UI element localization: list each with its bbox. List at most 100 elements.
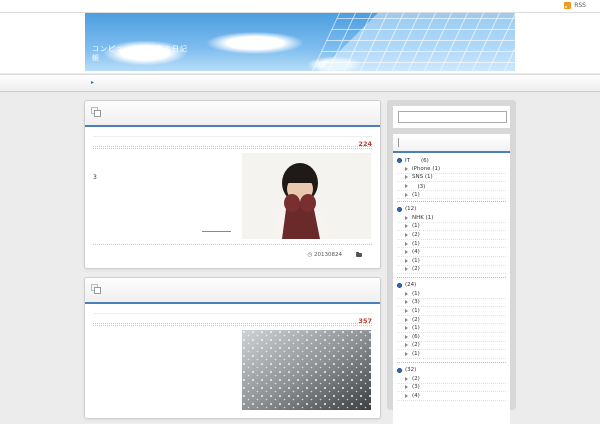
category-item[interactable]: (6) — [397, 333, 506, 342]
category-item-text: (1) — [412, 325, 420, 332]
category-item-text: (3) — [412, 183, 426, 190]
post-meta-line — [93, 145, 372, 149]
triangle-icon — [405, 326, 408, 331]
category-item-text: (2) — [412, 375, 420, 382]
post-card: 357 — [84, 277, 381, 419]
category-group: (12) NHK (1) (1) (2) (1) (4) (1) (2) — [397, 204, 506, 275]
site-header: コンピュータと仕事の日記 帳 — [0, 13, 600, 73]
category-item[interactable]: (2) — [397, 266, 506, 275]
category-title[interactable]: (32) — [397, 365, 506, 375]
sidebar: IT (6) iPhone (1) SNS (1) (3) (1) (12) N… — [387, 100, 516, 424]
triangle-icon — [405, 183, 408, 188]
category-item[interactable]: iPhone (1) — [397, 165, 506, 174]
post-footer: ◷ 20130824 — [93, 244, 372, 259]
category-item[interactable]: (1) — [397, 240, 506, 249]
category-item[interactable]: (2) — [397, 342, 506, 351]
category-item-text: (2) — [412, 342, 420, 349]
category-group: (24) (1) (3) (1) (2) (1) (6) (2) (1) — [397, 280, 506, 359]
folder-icon[interactable] — [356, 252, 362, 257]
triangle-icon — [405, 192, 408, 197]
triangle-icon — [405, 224, 408, 229]
triangle-icon — [405, 215, 408, 220]
category-item-text: (3) — [412, 299, 420, 306]
post-date: ◷ 20130824 — [307, 252, 342, 258]
category-item-text: (1) — [412, 223, 420, 230]
triangle-icon — [405, 267, 408, 272]
category-item[interactable]: (1) — [397, 223, 506, 232]
triangle-icon — [405, 175, 408, 180]
categories-widget: IT (6) iPhone (1) SNS (1) (3) (1) (12) N… — [393, 134, 510, 424]
category-title-text: IT (6) — [405, 158, 429, 164]
rss-icon — [564, 2, 572, 9]
category-item[interactable]: (1) — [397, 191, 506, 200]
post-excerpt: 3 — [93, 174, 97, 181]
search-widget — [393, 106, 510, 128]
category-item[interactable]: SNS (1) — [397, 174, 506, 183]
triangle-icon — [405, 258, 408, 263]
post-thumbnail[interactable] — [242, 153, 371, 239]
category-item-text: (1) — [412, 290, 420, 297]
category-item[interactable]: (3) — [397, 182, 506, 191]
category-item[interactable]: (1) — [397, 350, 506, 359]
post-date-text: 20130824 — [314, 252, 342, 258]
category-group: (32) (2) (3) (4) — [397, 365, 506, 401]
category-item[interactable]: (1) — [397, 290, 506, 299]
category-bullet-icon — [397, 367, 402, 373]
nav-arrow-icon[interactable]: ▸ — [91, 79, 94, 86]
category-item-text: (2) — [412, 231, 420, 238]
category-title[interactable]: IT (6) — [397, 155, 506, 165]
category-item-text: (2) — [412, 266, 420, 273]
category-item-text: (1) — [412, 257, 420, 264]
category-item[interactable]: (2) — [397, 316, 506, 325]
category-item-text: (2) — [412, 316, 420, 323]
category-item[interactable]: (2) — [397, 231, 506, 240]
category-item-text: SNS (1) — [412, 174, 433, 181]
category-item-text: (1) — [412, 191, 420, 198]
category-item[interactable]: (4) — [397, 392, 506, 401]
post-title-bar[interactable] — [85, 278, 380, 304]
category-bullet-icon — [397, 206, 402, 212]
top-bar: RSS — [0, 0, 600, 13]
search-input[interactable] — [398, 111, 507, 123]
site-title-line1: コンピュータと仕事の日記 — [92, 45, 188, 53]
category-title[interactable]: (24) — [397, 280, 506, 290]
category-item-text: (1) — [412, 240, 420, 247]
category-item[interactable]: (1) — [397, 307, 506, 316]
category-title-text: (32) — [405, 367, 417, 373]
category-item[interactable]: (3) — [397, 299, 506, 308]
triangle-icon — [405, 291, 408, 296]
category-item-text: (4) — [412, 392, 420, 399]
category-item-text: (3) — [412, 384, 420, 391]
triangle-icon — [405, 317, 408, 322]
category-title-text: (12) — [405, 206, 417, 212]
category-item-text: (1) — [412, 307, 420, 314]
category-title[interactable]: (12) — [397, 204, 506, 214]
category-item[interactable]: NHK (1) — [397, 214, 506, 223]
category-divider — [397, 201, 506, 202]
category-item[interactable]: (2) — [397, 375, 506, 384]
read-more-link[interactable] — [202, 231, 231, 232]
widget-title-bar — [393, 134, 510, 153]
site-title[interactable]: コンピュータと仕事の日記 帳 — [92, 45, 188, 63]
post-icon — [91, 284, 101, 294]
category-group: IT (6) iPhone (1) SNS (1) (3) (1) — [397, 155, 506, 200]
triangle-icon — [405, 308, 408, 313]
triangle-icon — [405, 343, 408, 348]
category-item[interactable]: (4) — [397, 248, 506, 257]
category-item-text: NHK (1) — [412, 214, 434, 221]
triangle-icon — [405, 166, 408, 171]
post-thumbnail[interactable] — [242, 330, 371, 410]
category-item[interactable]: (3) — [397, 384, 506, 393]
triangle-icon — [405, 334, 408, 339]
post-card: 224 3 ◷ 20130824 — [84, 100, 381, 269]
category-item[interactable]: (1) — [397, 324, 506, 333]
category-title-text: (24) — [405, 282, 417, 288]
triangle-icon — [405, 376, 408, 381]
triangle-icon — [405, 351, 408, 356]
category-divider — [397, 277, 506, 278]
post-icon — [91, 107, 101, 117]
post-title-bar[interactable] — [85, 101, 380, 127]
category-item[interactable]: (1) — [397, 257, 506, 266]
triangle-icon — [405, 385, 408, 390]
rss-link[interactable]: RSS — [564, 2, 586, 9]
